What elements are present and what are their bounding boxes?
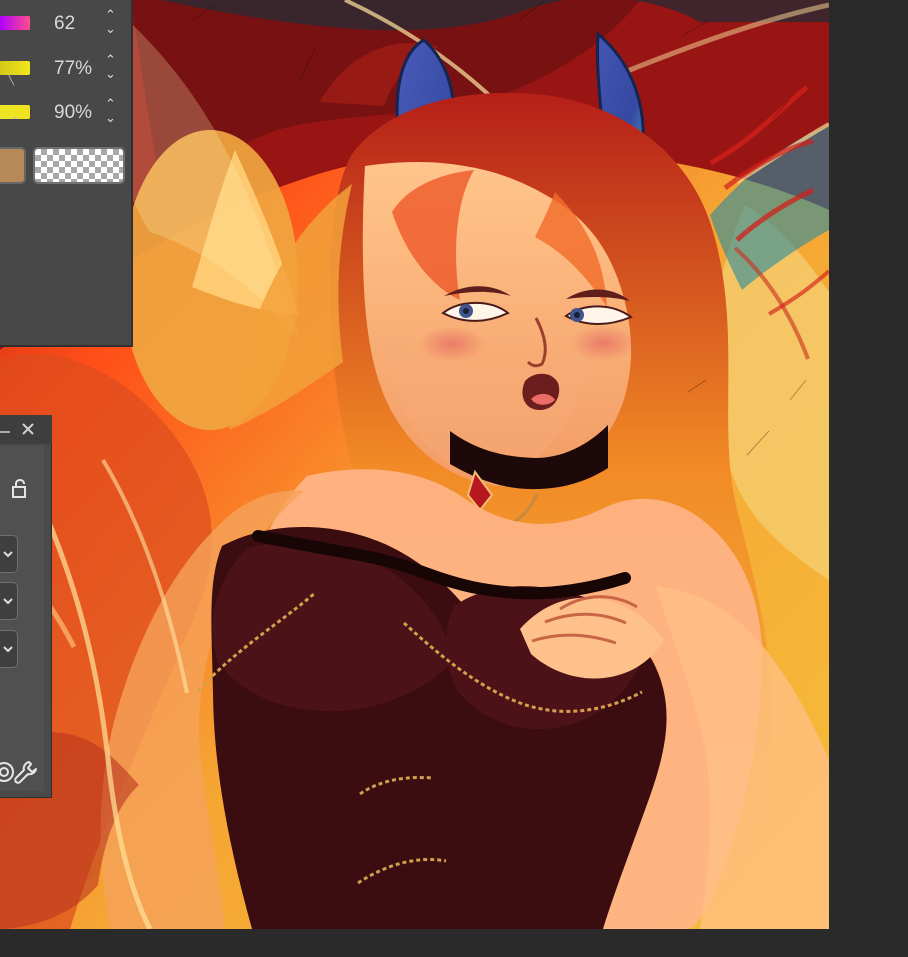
floating-panel	[0, 415, 52, 798]
main-color-chip[interactable]	[0, 147, 26, 184]
slider-row[interactable]: 62 ⌃ ⌄	[0, 6, 125, 40]
right-workspace-bar	[829, 0, 908, 957]
dropdown-button[interactable]	[0, 535, 18, 573]
transparent-color-chip[interactable]	[33, 147, 125, 184]
dropdown-button[interactable]	[0, 582, 18, 620]
dropdown-button[interactable]	[0, 630, 18, 668]
wrench-icon[interactable]	[11, 758, 39, 786]
up-down-stepper-icon[interactable]: ⌃ ⌄	[101, 96, 117, 126]
minimize-icon[interactable]	[0, 422, 11, 433]
chevron-down-icon	[3, 598, 13, 605]
close-icon[interactable]	[20, 421, 36, 437]
panel-body	[0, 446, 44, 791]
slider-row[interactable]: 90% ⌃ ⌃ ⌄	[0, 95, 125, 129]
slider-swatch	[0, 16, 30, 30]
up-down-stepper-icon[interactable]: ⌃ ⌄	[101, 52, 117, 82]
chevron-down-icon	[3, 551, 13, 558]
slider-swatch	[0, 61, 30, 75]
down-caret-icon: ⌄	[105, 66, 116, 81]
chevron-down-icon	[3, 646, 13, 653]
slider-value: 62	[54, 13, 76, 34]
slider-knob-icon: ⌃	[11, 116, 20, 127]
slider-knob-icon: ╲	[8, 75, 15, 86]
panel-titlebar[interactable]	[0, 415, 52, 444]
app-window: 62 ⌃ ⌄ 77% ╲ ⌃ ⌄ 90% ⌃ ⌃ ⌄	[0, 0, 908, 957]
bottom-workspace-bar	[0, 929, 829, 957]
down-caret-icon: ⌄	[105, 21, 116, 36]
slider-value: 77%	[54, 58, 93, 79]
slider-row[interactable]: 77% ╲ ⌃ ⌄	[0, 51, 125, 86]
up-down-stepper-icon[interactable]: ⌃ ⌄	[101, 7, 117, 37]
down-caret-icon: ⌄	[105, 110, 116, 125]
color-panel: 62 ⌃ ⌄ 77% ╲ ⌃ ⌄ 90% ⌃ ⌃ ⌄	[0, 0, 133, 347]
slider-value: 90%	[54, 102, 93, 123]
lock-icon[interactable]	[8, 477, 30, 499]
